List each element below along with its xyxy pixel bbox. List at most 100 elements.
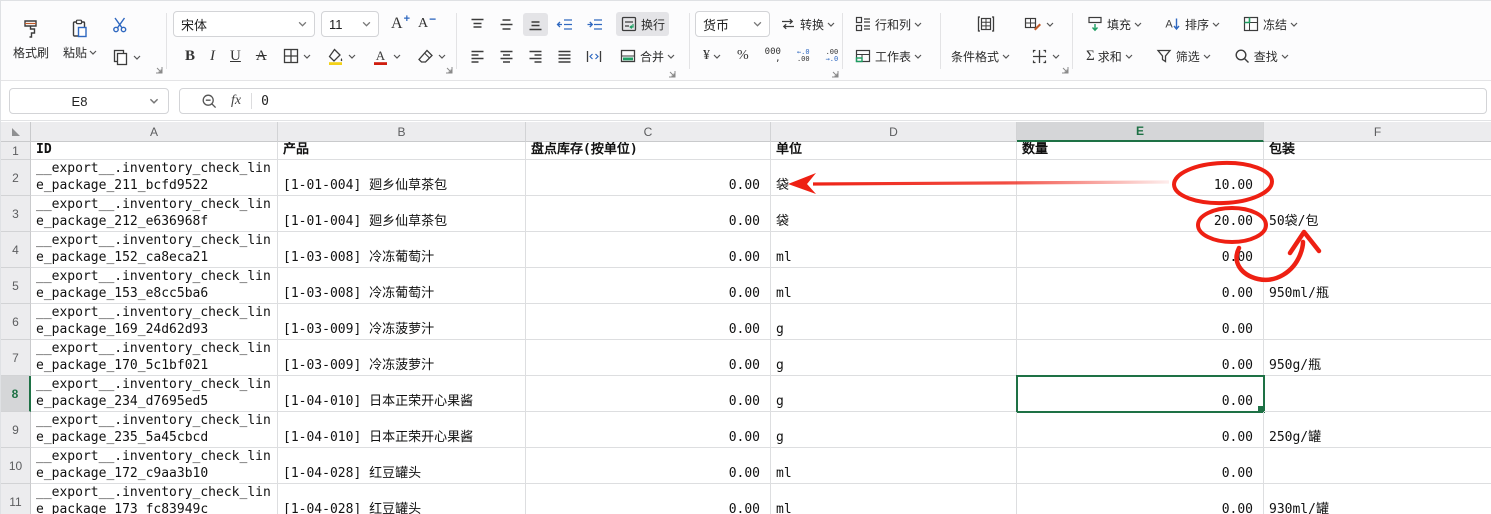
rows-columns-button[interactable]: 行和列 bbox=[850, 12, 926, 36]
increase-indent-button[interactable] bbox=[582, 13, 608, 36]
fill-color-button[interactable] bbox=[322, 44, 360, 69]
cell-A1[interactable]: ID bbox=[31, 142, 278, 160]
number-dialog-launcher[interactable] bbox=[830, 69, 839, 78]
cell-D6[interactable]: g bbox=[771, 304, 1017, 340]
cell-B11[interactable]: [1-04-028] 红豆罐头 bbox=[278, 484, 526, 514]
cell-E9[interactable]: 0.00 bbox=[1017, 412, 1264, 448]
cell-C1[interactable]: 盘点库存(按单位) bbox=[526, 142, 771, 160]
cell-E1[interactable]: 数量 bbox=[1017, 142, 1264, 160]
cell-B4[interactable]: [1-03-008] 冷冻葡萄汁 bbox=[278, 232, 526, 268]
cell-B3[interactable]: [1-01-004] 廻乡仙草茶包 bbox=[278, 196, 526, 232]
font-size-select[interactable]: 11 bbox=[321, 11, 379, 37]
cell-style-button[interactable] bbox=[1019, 12, 1058, 37]
decrease-font-button[interactable]: A− bbox=[414, 13, 440, 35]
cell-D7[interactable]: g bbox=[771, 340, 1017, 376]
align-bottom-button[interactable] bbox=[523, 13, 548, 36]
cell-D8[interactable]: g bbox=[771, 376, 1017, 412]
freeze-button[interactable]: 冻结 bbox=[1238, 12, 1302, 36]
cell-D9[interactable]: g bbox=[771, 412, 1017, 448]
cell-E7[interactable]: 0.00 bbox=[1017, 340, 1264, 376]
row-header-6[interactable]: 6 bbox=[1, 304, 31, 340]
cell-B5[interactable]: [1-03-008] 冷冻葡萄汁 bbox=[278, 268, 526, 304]
cell-C11[interactable]: 0.00 bbox=[526, 484, 771, 514]
cell-B9[interactable]: [1-04-010] 日本正荣开心果酱 bbox=[278, 412, 526, 448]
currency-button[interactable]: ¥ bbox=[699, 45, 725, 67]
row-header-4[interactable]: 4 bbox=[1, 232, 31, 268]
align-top-button[interactable] bbox=[465, 13, 490, 36]
conditional-format-button[interactable]: 条件格式 bbox=[947, 45, 1014, 68]
cell-E11[interactable]: 0.00 bbox=[1017, 484, 1264, 514]
fill-button[interactable]: 填充 bbox=[1082, 12, 1146, 36]
zoom-out-icon[interactable] bbox=[200, 92, 219, 111]
cell-D1[interactable]: 单位 bbox=[771, 142, 1017, 160]
row-header-9[interactable]: 9 bbox=[1, 412, 31, 448]
cell-F5[interactable]: 950ml/瓶 bbox=[1264, 268, 1491, 304]
text-orientation-button[interactable] bbox=[581, 45, 607, 68]
styles-dialog-launcher[interactable] bbox=[1060, 65, 1069, 74]
italic-button[interactable]: I bbox=[206, 45, 219, 68]
strikethrough-button[interactable]: A bbox=[252, 45, 271, 68]
cell-D3[interactable]: 袋 bbox=[771, 196, 1017, 232]
decrease-decimal-button[interactable]: ←.0.00 bbox=[793, 46, 814, 66]
merge-cells-button[interactable]: 合并 bbox=[615, 44, 679, 68]
filter-button[interactable]: 筛选 bbox=[1151, 44, 1215, 68]
decrease-indent-button[interactable] bbox=[552, 13, 578, 36]
cell-F9[interactable]: 250g/罐 bbox=[1264, 412, 1491, 448]
copy-button[interactable] bbox=[107, 45, 145, 70]
cell-F4[interactable] bbox=[1264, 232, 1491, 268]
cell-E5[interactable]: 0.00 bbox=[1017, 268, 1264, 304]
cell-F7[interactable]: 950g/瓶 bbox=[1264, 340, 1491, 376]
cell-D11[interactable]: ml bbox=[771, 484, 1017, 514]
column-header-F[interactable]: F bbox=[1264, 122, 1491, 142]
align-left-button[interactable] bbox=[465, 45, 490, 68]
format-painter-button[interactable]: 格式刷 bbox=[9, 9, 53, 70]
sum-button[interactable]: Σ 求和 bbox=[1082, 45, 1137, 68]
cell-E8[interactable]: 0.00 bbox=[1017, 376, 1264, 412]
cell-E4[interactable]: 0.00 bbox=[1017, 232, 1264, 268]
sort-button[interactable]: A 排序 bbox=[1160, 12, 1224, 36]
cell-A9[interactable]: __export__.inventory_check_line_package_… bbox=[31, 412, 278, 448]
cell-F1[interactable]: 包装 bbox=[1264, 142, 1491, 160]
wrap-text-button[interactable]: 换行 bbox=[616, 12, 669, 36]
cell-A6[interactable]: __export__.inventory_check_line_package_… bbox=[31, 304, 278, 340]
cell-A8[interactable]: __export__.inventory_check_line_package_… bbox=[31, 376, 278, 412]
font-color-button[interactable]: A bbox=[367, 44, 405, 69]
convert-button[interactable]: 转换 bbox=[775, 13, 839, 36]
cell-A4[interactable]: __export__.inventory_check_line_package_… bbox=[31, 232, 278, 268]
cell-A2[interactable]: __export__.inventory_check_line_package_… bbox=[31, 160, 278, 196]
cell-B10[interactable]: [1-04-028] 红豆罐头 bbox=[278, 448, 526, 484]
increase-font-button[interactable]: A+ bbox=[387, 12, 414, 36]
align-justify-button[interactable] bbox=[552, 45, 577, 68]
fill-handle[interactable] bbox=[1257, 405, 1264, 412]
fx-icon[interactable]: fx bbox=[231, 93, 241, 109]
row-header-2[interactable]: 2 bbox=[1, 160, 31, 196]
name-box[interactable]: E8 bbox=[9, 88, 169, 114]
cell-F11[interactable]: 930ml/罐 bbox=[1264, 484, 1491, 514]
row-header-5[interactable]: 5 bbox=[1, 268, 31, 304]
align-center-button[interactable] bbox=[494, 45, 519, 68]
cell-D5[interactable]: ml bbox=[771, 268, 1017, 304]
cell-C9[interactable]: 0.00 bbox=[526, 412, 771, 448]
cell-A3[interactable]: __export__.inventory_check_line_package_… bbox=[31, 196, 278, 232]
row-header-11[interactable]: 11 bbox=[1, 484, 31, 514]
cell-C3[interactable]: 0.00 bbox=[526, 196, 771, 232]
cell-E2[interactable]: 10.00 bbox=[1017, 160, 1264, 196]
cell-E3[interactable]: 20.00 bbox=[1017, 196, 1264, 232]
paste-button[interactable]: 粘贴 bbox=[59, 9, 101, 70]
row-header-8[interactable]: 8 bbox=[1, 376, 31, 412]
row-header-3[interactable]: 3 bbox=[1, 196, 31, 232]
frame-lines-button[interactable] bbox=[1026, 44, 1064, 69]
select-all-corner[interactable] bbox=[1, 122, 31, 142]
increase-decimal-button[interactable]: .00→.0 bbox=[822, 46, 843, 66]
cell-C7[interactable]: 0.00 bbox=[526, 340, 771, 376]
column-header-C[interactable]: C bbox=[526, 122, 771, 142]
cell-C2[interactable]: 0.00 bbox=[526, 160, 771, 196]
cell-E10[interactable]: 0.00 bbox=[1017, 448, 1264, 484]
cell-C4[interactable]: 0.00 bbox=[526, 232, 771, 268]
borders-button[interactable] bbox=[278, 44, 315, 68]
cell-A5[interactable]: __export__.inventory_check_line_package_… bbox=[31, 268, 278, 304]
cell-C10[interactable]: 0.00 bbox=[526, 448, 771, 484]
cell-F6[interactable] bbox=[1264, 304, 1491, 340]
formula-input-area[interactable]: fx 0 bbox=[179, 88, 1487, 114]
cell-B2[interactable]: [1-01-004] 廻乡仙草茶包 bbox=[278, 160, 526, 196]
